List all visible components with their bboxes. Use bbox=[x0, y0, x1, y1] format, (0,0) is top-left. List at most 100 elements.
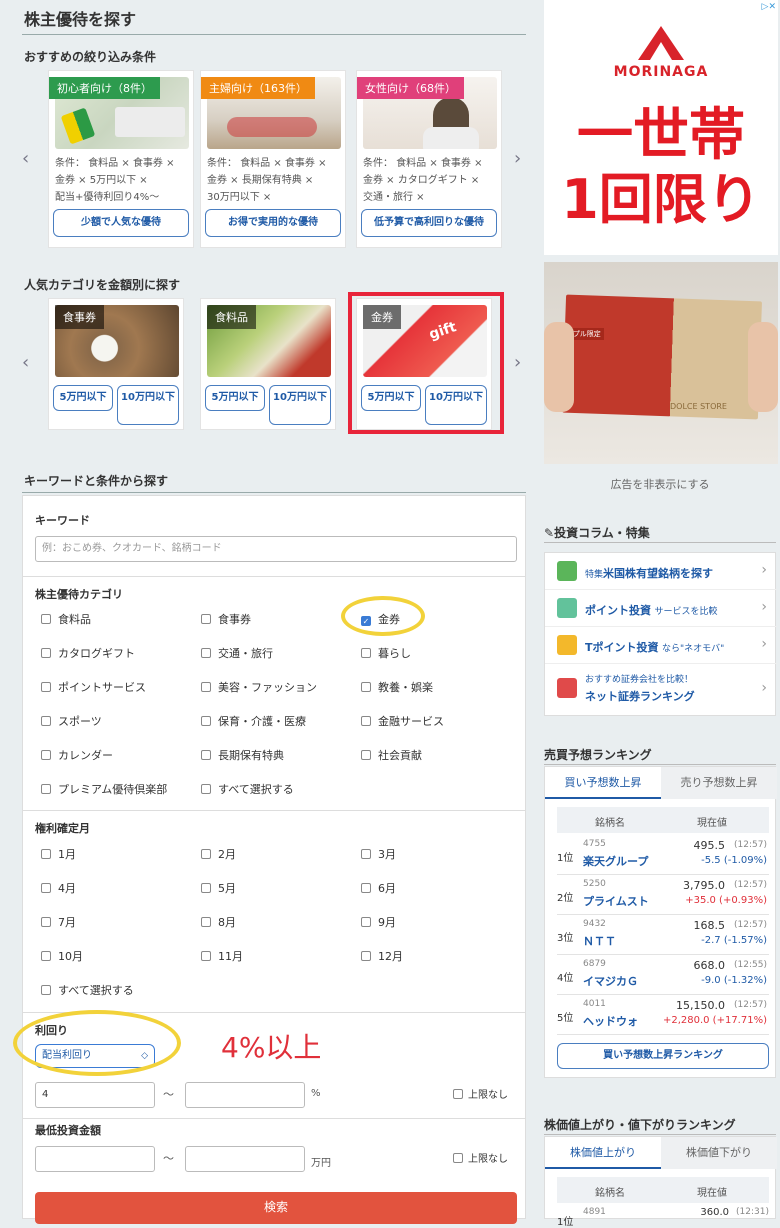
yield-max-input[interactable] bbox=[185, 1082, 305, 1108]
amount-10man-button[interactable]: 10万円以下 bbox=[269, 385, 331, 425]
ranking-row[interactable]: 1位 4755 楽天グループ 495.5 (12:57) -5.5 (-1.09%) bbox=[557, 835, 769, 875]
amount-10man-button[interactable]: 10万円以下 bbox=[117, 385, 179, 425]
hide-ad-link[interactable]: 広告を非表示にする bbox=[542, 476, 778, 492]
category-checkbox[interactable]: 暮らし bbox=[361, 645, 411, 661]
price-row[interactable]: 1位 4891 360.0 (12:31) bbox=[557, 1207, 769, 1228]
page-title: 株主優待を探す bbox=[24, 10, 137, 29]
ranking-row[interactable]: 3位 9432 ＮＴＴ 168.5 (12:57) -2.7 (-1.57%) bbox=[557, 915, 769, 955]
tab-price-up[interactable]: 株価値上がり bbox=[545, 1137, 661, 1169]
column-item[interactable]: おすすめ証券会社を比較！ ネット証券ランキング › bbox=[545, 664, 777, 716]
category-card-food[interactable]: 食料品 5万円以下 10万円以下 bbox=[200, 298, 336, 430]
invest-min-input[interactable] bbox=[35, 1146, 155, 1172]
search-button[interactable]: 検索 bbox=[35, 1192, 517, 1224]
category-checkbox[interactable]: 食事券 bbox=[201, 611, 251, 627]
month-checkbox[interactable]: 2月 bbox=[201, 846, 236, 862]
recommend-card-women[interactable]: 女性向け（68件） 条件： 食料品 × 食事券 × 金券 × カタログギフト ×… bbox=[356, 70, 502, 248]
keyword-input[interactable]: 例：おこめ券、クオカード、銘柄コード bbox=[35, 536, 517, 562]
carousel-next-icon[interactable]: › bbox=[514, 148, 521, 169]
rank-number: 2位 bbox=[557, 893, 574, 904]
category-checkbox[interactable]: カレンダー bbox=[41, 747, 113, 763]
stock-name[interactable]: 楽天グループ bbox=[583, 853, 648, 869]
carousel-prev-icon[interactable]: ‹ bbox=[22, 148, 29, 169]
category-checkbox[interactable]: 金融サービス bbox=[361, 713, 444, 729]
recommend-button[interactable]: 低予算で高利回りな優待 bbox=[361, 209, 497, 237]
recommend-tag: 初心者向け（8件） bbox=[49, 77, 160, 99]
ad-brand: MORINAGA bbox=[613, 64, 709, 80]
column-item[interactable]: 特集米国株有望銘柄を探す › bbox=[545, 553, 777, 590]
invest-max-input[interactable] bbox=[185, 1146, 305, 1172]
category-next-icon[interactable]: › bbox=[514, 352, 521, 373]
recommend-button[interactable]: お得で実用的な優待 bbox=[205, 209, 341, 237]
stock-name[interactable]: イマジカＧ bbox=[583, 973, 638, 989]
category-checkbox[interactable]: 長期保有特典 bbox=[201, 747, 284, 763]
category-checkbox[interactable]: 社会貢献 bbox=[361, 747, 422, 763]
recommend-tag: 主婦向け（163件） bbox=[201, 77, 315, 99]
recommend-card-beginner[interactable]: 初心者向け（8件） 条件： 食料品 × 食事券 × 金券 × 5万円以下 × 配… bbox=[48, 70, 194, 248]
category-checkbox[interactable]: 交通・旅行 bbox=[201, 645, 273, 661]
tab-buy-forecast[interactable]: 買い予想数上昇 bbox=[545, 767, 661, 799]
category-checkbox[interactable]: 保育・介護・医療 bbox=[201, 713, 306, 729]
amount-5man-button[interactable]: 5万円以下 bbox=[361, 385, 421, 411]
tab-price-down[interactable]: 株価値下がり bbox=[661, 1137, 777, 1169]
month-select-all[interactable]: すべて選択する bbox=[41, 982, 134, 998]
month-checkbox[interactable]: 9月 bbox=[361, 914, 396, 930]
t-point-icon bbox=[557, 635, 577, 655]
price-time: (12:55) bbox=[734, 960, 767, 970]
category-checkbox[interactable]: カタログギフト bbox=[41, 645, 135, 661]
month-checkbox[interactable]: 6月 bbox=[361, 880, 396, 896]
column-item[interactable]: ポイント投資 サービスを比較 › bbox=[545, 590, 777, 627]
ad-photo[interactable]: サンプル限定 DOLCE STORE bbox=[544, 262, 778, 464]
amount-5man-button[interactable]: 5万円以下 bbox=[205, 385, 265, 411]
category-checkbox[interactable]: スポーツ bbox=[41, 713, 102, 729]
ranking-row[interactable]: 2位 5250 プライムスト 3,795.0 (12:57) +35.0 (+0.93%) bbox=[557, 875, 769, 915]
stock-code: 4011 bbox=[583, 999, 606, 1009]
category-card-voucher[interactable]: gift 金券 5万円以下 10万円以下 bbox=[356, 298, 492, 430]
invest-no-limit-checkbox[interactable]: 上限なし bbox=[453, 1150, 508, 1165]
month-checkbox[interactable]: 8月 bbox=[201, 914, 236, 930]
recommend-button[interactable]: 少額で人気な優待 bbox=[53, 209, 189, 237]
month-checkbox[interactable]: 12月 bbox=[361, 948, 403, 964]
ranking-panel: 買い予想数上昇 売り予想数上昇 銘柄名 現在値 1位 4755 楽天グループ 495.… bbox=[544, 766, 777, 1078]
stock-name[interactable]: ヘッドウォ bbox=[583, 1013, 638, 1029]
month-checkbox[interactable]: 4月 bbox=[41, 880, 76, 896]
category-checkbox[interactable]: 教養・娯楽 bbox=[361, 679, 433, 695]
ad-choices-icon[interactable]: ▷✕ bbox=[762, 2, 776, 12]
month-checkbox[interactable]: 1月 bbox=[41, 846, 76, 862]
chevron-right-icon: › bbox=[761, 562, 767, 578]
category-checkbox[interactable]: 食料品 bbox=[41, 611, 91, 627]
annotation-text: 4%以上 bbox=[221, 1031, 322, 1064]
yield-min-input[interactable]: 4 bbox=[35, 1082, 155, 1108]
ranking-more-button[interactable]: 買い予想数上昇ランキング bbox=[557, 1043, 769, 1069]
ad-banner[interactable]: ▷✕ MORINAGA 一世帯 1回限り bbox=[544, 0, 778, 255]
month-checkbox[interactable]: 3月 bbox=[361, 846, 396, 862]
column-list: 特集米国株有望銘柄を探す › ポイント投資 サービスを比較 › Tポイント投資 … bbox=[544, 552, 777, 716]
stock-code: 9432 bbox=[583, 919, 606, 929]
month-checkbox[interactable]: 7月 bbox=[41, 914, 76, 930]
ranking-row[interactable]: 5位 4011 ヘッドウォ 15,150.0 (12:57) +2,280.0 (+17.… bbox=[557, 995, 769, 1035]
price-change: +35.0 (+0.93%) bbox=[685, 895, 767, 906]
stock-price: 668.0 bbox=[693, 959, 726, 972]
rank-number: 5位 bbox=[557, 1013, 574, 1024]
category-card-meal[interactable]: 食事券 5万円以下 10万円以下 bbox=[48, 298, 184, 430]
yield-no-limit-checkbox[interactable]: 上限なし bbox=[453, 1086, 508, 1101]
category-prev-icon[interactable]: ‹ bbox=[22, 352, 29, 373]
month-checkbox[interactable]: 5月 bbox=[201, 880, 236, 896]
category-checkbox[interactable]: プレミアム優待倶楽部 bbox=[41, 781, 167, 797]
column-item[interactable]: Tポイント投資 なら"ネオモバ" › bbox=[545, 627, 777, 664]
box-label: DOLCE STORE bbox=[670, 402, 727, 411]
amount-5man-button[interactable]: 5万円以下 bbox=[53, 385, 113, 411]
stock-name[interactable]: プライムスト bbox=[583, 893, 649, 909]
category-checkbox[interactable]: ポイントサービス bbox=[41, 679, 146, 695]
amount-10man-button[interactable]: 10万円以下 bbox=[425, 385, 487, 425]
stock-name[interactable]: ＮＴＴ bbox=[583, 933, 616, 949]
tab-sell-forecast[interactable]: 売り予想数上昇 bbox=[661, 767, 777, 799]
month-checkbox[interactable]: 10月 bbox=[41, 948, 83, 964]
month-checkbox[interactable]: 11月 bbox=[201, 948, 243, 964]
price-time: (12:57) bbox=[734, 840, 767, 850]
ranking-row[interactable]: 4位 6879 イマジカＧ 668.0 (12:55) -9.0 (-1.32%) bbox=[557, 955, 769, 995]
category-checkbox[interactable]: 美容・ファッション bbox=[201, 679, 317, 695]
rank-number: 3位 bbox=[557, 933, 574, 944]
category-select-all[interactable]: すべて選択する bbox=[201, 781, 294, 797]
recommend-card-housewife[interactable]: 主婦向け（163件） 条件： 食料品 × 食事券 × 金券 × 長期保有特典 ×… bbox=[200, 70, 346, 248]
stock-code: 5250 bbox=[583, 879, 606, 889]
